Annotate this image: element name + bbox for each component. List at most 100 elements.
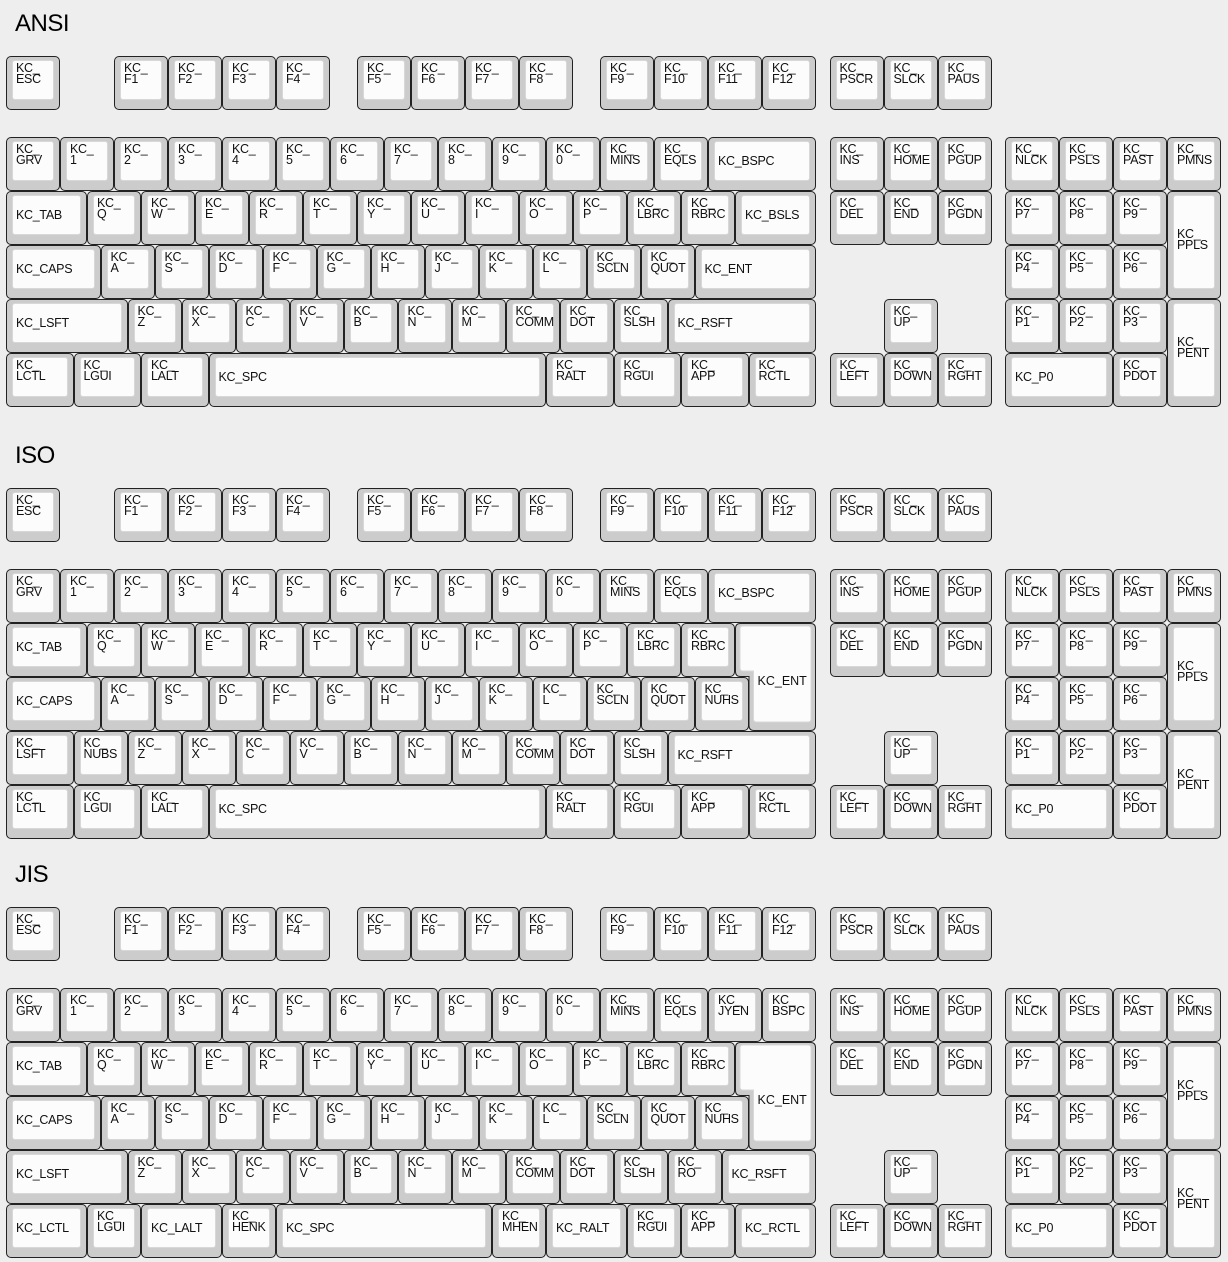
- key-3[interactable]: KC_ 3: [168, 988, 222, 1042]
- key-9[interactable]: KC_ 9: [492, 137, 546, 191]
- key-caps[interactable]: KC_CAPS: [6, 245, 101, 299]
- key-f11[interactable]: KC_ F11: [708, 488, 762, 542]
- key-u[interactable]: KC_ U: [411, 191, 465, 245]
- key-tab[interactable]: KC_TAB: [6, 623, 87, 677]
- key-caps[interactable]: KC_CAPS: [6, 677, 101, 731]
- key-f7[interactable]: KC_ F7: [465, 907, 519, 961]
- key-pgup[interactable]: KC_ PGUP: [937, 988, 992, 1042]
- key-u[interactable]: KC_ U: [411, 1042, 465, 1096]
- key-f3[interactable]: KC_ F3: [222, 907, 276, 961]
- key-k[interactable]: KC_ K: [478, 677, 533, 731]
- key-z[interactable]: KC_ Z: [127, 731, 182, 785]
- key-spc[interactable]: KC_SPC: [276, 1204, 492, 1258]
- key-p0[interactable]: KC_P0: [1005, 353, 1113, 407]
- key-f12[interactable]: KC_ F12: [762, 488, 816, 542]
- key-p8[interactable]: KC_ P8: [1059, 1042, 1113, 1096]
- key-ppls[interactable]: KC_ PPLS: [1167, 623, 1221, 731]
- key-app[interactable]: KC_ APP: [681, 785, 749, 839]
- key-m[interactable]: KC_ M: [451, 1150, 506, 1204]
- key-ralt[interactable]: KC_ RALT: [546, 353, 614, 407]
- key-r[interactable]: KC_ R: [249, 191, 303, 245]
- key-p9[interactable]: KC_ P9: [1113, 1042, 1167, 1096]
- key-esc[interactable]: KC_ ESC: [6, 56, 60, 110]
- key-w[interactable]: KC_ W: [141, 191, 195, 245]
- key-a[interactable]: KC_ A: [100, 677, 155, 731]
- key-v[interactable]: KC_ V: [289, 1150, 344, 1204]
- key-3[interactable]: KC_ 3: [168, 137, 222, 191]
- key-rctl[interactable]: KC_RCTL: [735, 1204, 816, 1258]
- key-f1[interactable]: KC_ F1: [114, 488, 168, 542]
- key-lalt[interactable]: KC_ LALT: [141, 785, 209, 839]
- key-f10[interactable]: KC_ F10: [654, 56, 708, 110]
- key-rbrc[interactable]: KC_ RBRC: [681, 1042, 735, 1096]
- key-rgui[interactable]: KC_ RGUI: [613, 353, 681, 407]
- key-psls[interactable]: KC_ PSLS: [1059, 988, 1113, 1042]
- key-lbrc[interactable]: KC_ LBRC: [627, 191, 681, 245]
- key-left[interactable]: KC_ LEFT: [829, 1204, 884, 1258]
- key-past[interactable]: KC_ PAST: [1113, 988, 1167, 1042]
- key-d[interactable]: KC_ D: [208, 1096, 263, 1150]
- key-p2[interactable]: KC_ P2: [1059, 731, 1113, 785]
- key-e[interactable]: KC_ E: [195, 191, 249, 245]
- key-l[interactable]: KC_ L: [532, 1096, 587, 1150]
- key-f4[interactable]: KC_ F4: [276, 56, 330, 110]
- key-u[interactable]: KC_ U: [411, 623, 465, 677]
- key-9[interactable]: KC_ 9: [492, 569, 546, 623]
- key-ppls[interactable]: KC_ PPLS: [1167, 191, 1221, 299]
- key-b[interactable]: KC_ B: [343, 1150, 398, 1204]
- key-f9[interactable]: KC_ F9: [600, 56, 654, 110]
- key-home[interactable]: KC_ HOME: [883, 137, 938, 191]
- key-lctl[interactable]: KC_ LCTL: [6, 785, 74, 839]
- key-past[interactable]: KC_ PAST: [1113, 569, 1167, 623]
- key-end[interactable]: KC_ END: [883, 623, 938, 677]
- key-pgdn[interactable]: KC_ PGDN: [937, 191, 992, 245]
- key-f12[interactable]: KC_ F12: [762, 56, 816, 110]
- key-paus[interactable]: KC_ PAUS: [937, 907, 992, 961]
- key-d[interactable]: KC_ D: [208, 245, 263, 299]
- key-f6[interactable]: KC_ F6: [411, 488, 465, 542]
- key-home[interactable]: KC_ HOME: [883, 569, 938, 623]
- key-f6[interactable]: KC_ F6: [411, 56, 465, 110]
- key-mins[interactable]: KC_ MINS: [600, 137, 654, 191]
- key-rsft[interactable]: KC_RSFT: [721, 1150, 816, 1204]
- key-k[interactable]: KC_ K: [478, 1096, 533, 1150]
- key-quot[interactable]: KC_ QUOT: [640, 245, 695, 299]
- key-paus[interactable]: KC_ PAUS: [937, 488, 992, 542]
- key-z[interactable]: KC_ Z: [127, 1150, 182, 1204]
- key-i[interactable]: KC_ I: [465, 623, 519, 677]
- key-ins[interactable]: KC_ INS: [829, 988, 884, 1042]
- key-f8[interactable]: KC_ F8: [519, 56, 573, 110]
- key-8[interactable]: KC_ 8: [438, 569, 492, 623]
- key-p6[interactable]: KC_ P6: [1113, 245, 1167, 299]
- key-t[interactable]: KC_ T: [303, 191, 357, 245]
- key-bsls[interactable]: KC_BSLS: [735, 191, 816, 245]
- key-a[interactable]: KC_ A: [100, 1096, 155, 1150]
- key-lctl[interactable]: KC_ LCTL: [6, 353, 74, 407]
- key-comm[interactable]: KC_ COMM: [505, 1150, 560, 1204]
- key-a[interactable]: KC_ A: [100, 245, 155, 299]
- key-h[interactable]: KC_ H: [370, 245, 425, 299]
- key-f4[interactable]: KC_ F4: [276, 907, 330, 961]
- key-rgui[interactable]: KC_ RGUI: [627, 1204, 681, 1258]
- key-o[interactable]: KC_ O: [519, 1042, 573, 1096]
- key-del[interactable]: KC_ DEL: [829, 1042, 884, 1096]
- key-pscr[interactable]: KC_ PSCR: [829, 907, 884, 961]
- key-comm[interactable]: KC_ COMM: [505, 731, 560, 785]
- key-bspc[interactable]: KC_BSPC: [708, 569, 816, 623]
- key-f8[interactable]: KC_ F8: [519, 907, 573, 961]
- key-g[interactable]: KC_ G: [316, 245, 371, 299]
- key-8[interactable]: KC_ 8: [438, 137, 492, 191]
- key-g[interactable]: KC_ G: [316, 1096, 371, 1150]
- key-z[interactable]: KC_ Z: [127, 299, 182, 353]
- key-rbrc[interactable]: KC_ RBRC: [681, 191, 735, 245]
- key-f8[interactable]: KC_ F8: [519, 488, 573, 542]
- key-slck[interactable]: KC_ SLCK: [883, 907, 938, 961]
- key-f1[interactable]: KC_ F1: [114, 56, 168, 110]
- key-eqls[interactable]: KC_ EQLS: [654, 137, 708, 191]
- key-p7[interactable]: KC_ P7: [1005, 623, 1059, 677]
- key-rgui[interactable]: KC_ RGUI: [613, 785, 681, 839]
- key-f5[interactable]: KC_ F5: [357, 488, 411, 542]
- key-f7[interactable]: KC_ F7: [465, 56, 519, 110]
- key-app[interactable]: KC_ APP: [681, 1204, 735, 1258]
- key-f2[interactable]: KC_ F2: [168, 488, 222, 542]
